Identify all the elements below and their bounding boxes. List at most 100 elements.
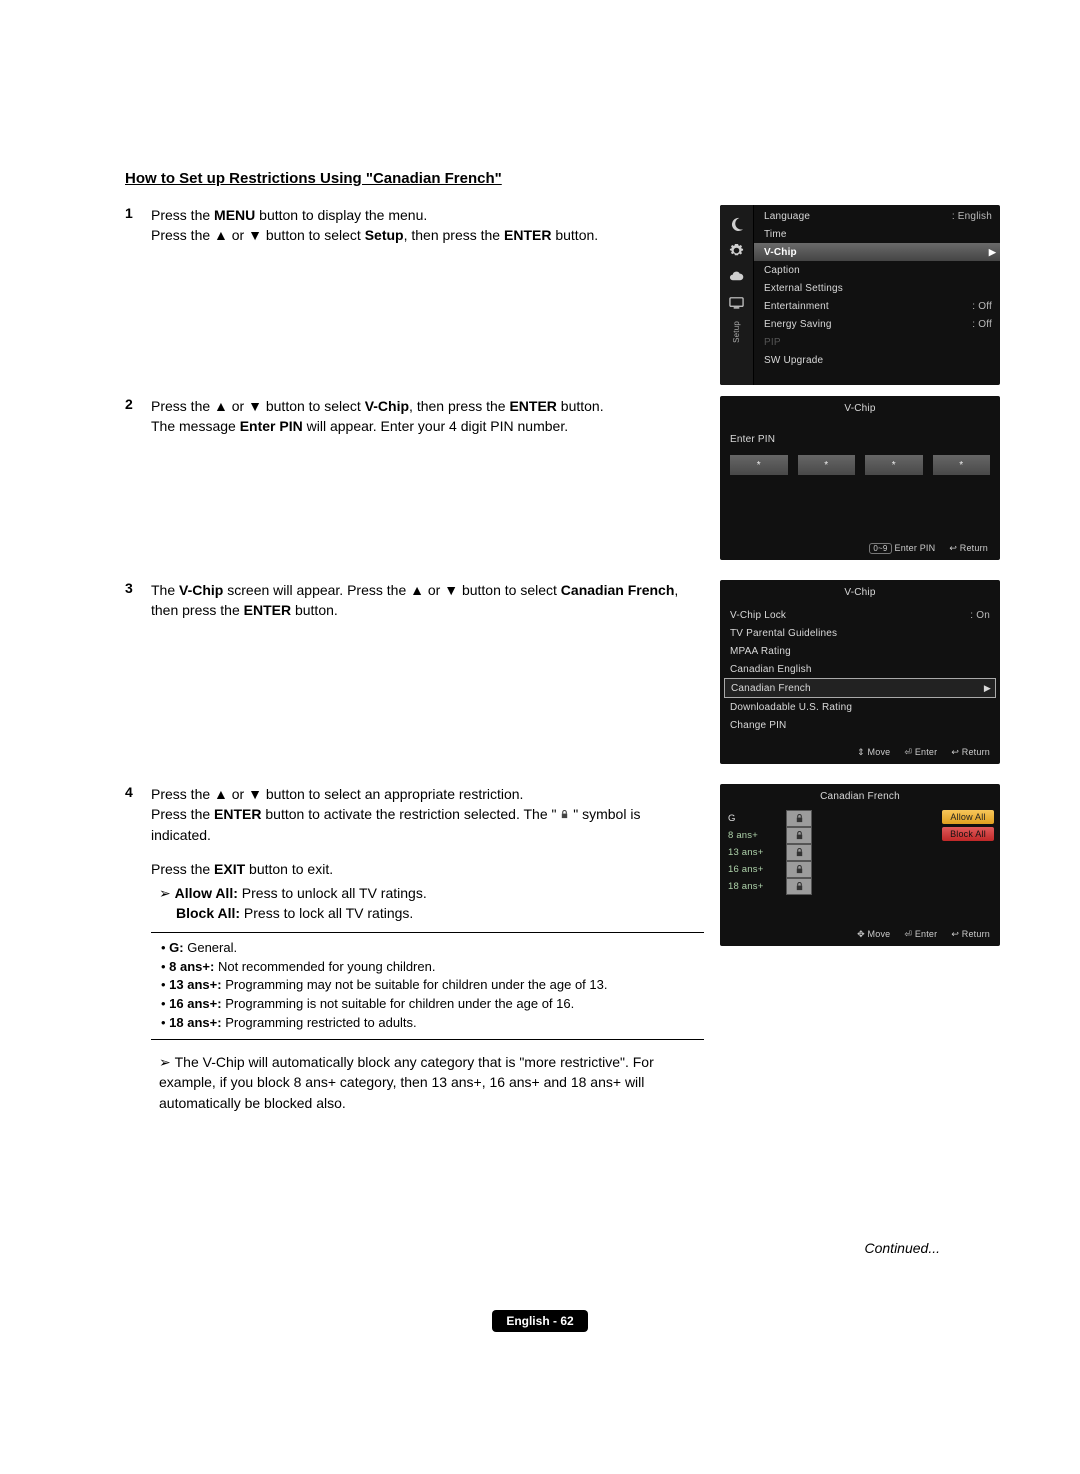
s2-t2: , then press the (409, 398, 509, 414)
s1-enter-bold: ENTER (504, 227, 551, 243)
vchip-tvpg[interactable]: TV Parental Guidelines (724, 624, 996, 642)
lbl: SW Upgrade (764, 355, 992, 366)
lbl: V-Chip (764, 247, 992, 258)
foot-enter-pin: 0~9 Enter PIN (869, 543, 935, 554)
step-1-text: Press the MENU button to display the men… (151, 205, 712, 246)
return-icon: ↩ (951, 929, 959, 939)
step-2-text: Press the ▲ or ▼ button to select V-Chip… (151, 396, 712, 437)
s4-auto-note: ➢ The V-Chip will automatically block an… (151, 1052, 704, 1113)
lbl: V-Chip Lock (730, 610, 966, 621)
osd-setup-menu: Setup Language: English Time V-Chip Capt… (720, 205, 1000, 385)
def-18-t: Programming restricted to adults. (222, 1015, 417, 1030)
cloud-icon (728, 267, 746, 285)
pin-digit-2[interactable]: * (798, 455, 856, 475)
foot-enter: ⏎ Enter (904, 929, 937, 940)
cf-cell-13[interactable] (786, 844, 812, 861)
osd-item-vchip[interactable]: V-Chip (754, 243, 1000, 261)
vchip-lock[interactable]: V-Chip Lock: On (724, 606, 996, 624)
block-all-button[interactable]: Block All (942, 827, 994, 841)
step-1-number: 1 (125, 205, 151, 221)
foot-enter-lbl: Enter (915, 929, 938, 939)
cf-cell-8[interactable] (786, 827, 812, 844)
s1-menu-bold: MENU (214, 207, 255, 223)
cf-row-16[interactable]: 16 ans+ (724, 861, 812, 878)
foot-return-lbl: Return (962, 929, 990, 939)
s1-t1: Press the (151, 207, 214, 223)
vchip-mpaa[interactable]: MPAA Rating (724, 642, 996, 660)
def-16-t: Programming is not suitable for children… (222, 996, 575, 1011)
hand-icon: ➢ (159, 885, 175, 901)
cf-row-g[interactable]: G (724, 810, 812, 827)
step-2-number: 2 (125, 396, 151, 412)
lbl: MPAA Rating (730, 646, 990, 657)
continued-marker: Continued... (0, 1240, 1080, 1256)
pin-input-boxes[interactable]: * * * * (726, 455, 994, 489)
cf-cell-18[interactable] (786, 878, 812, 895)
pin-digit-3[interactable]: * (865, 455, 923, 475)
lbl: PIP (764, 337, 992, 348)
foot-move-lbl: Move (868, 747, 891, 757)
s1-t2: button to display the menu. (255, 207, 427, 223)
lbl: Entertainment (764, 301, 969, 312)
osd-item-external[interactable]: External Settings (754, 279, 1000, 297)
step-4-text: Press the ▲ or ▼ button to select an app… (151, 784, 712, 1113)
def-8-b: 8 ans+: (169, 959, 214, 974)
osd-item-pip: PIP (754, 333, 1000, 351)
num-badge: 0~9 (869, 543, 891, 554)
foot-return: ↩ Return (949, 543, 988, 554)
lbl: External Settings (764, 283, 992, 294)
osd-item-swupgrade[interactable]: SW Upgrade (754, 351, 1000, 369)
lbl: Language (764, 211, 949, 222)
vchip-can-fr[interactable]: Canadian French (724, 678, 996, 698)
lbl: Downloadable U.S. Rating (730, 702, 990, 713)
osd-setup-list: Language: English Time V-Chip Caption Ex… (754, 205, 1000, 385)
lbl: Caption (764, 265, 992, 276)
foot-enter-pin-lbl: Enter PIN (895, 543, 936, 553)
cf-row-13[interactable]: 13 ans+ (724, 844, 812, 861)
note-text: The V-Chip will automatically block any … (159, 1054, 654, 1111)
page-title: How to Set up Restrictions Using "Canadi… (125, 170, 1000, 187)
vchip-can-en[interactable]: Canadian English (724, 660, 996, 678)
allow-all-button[interactable]: Allow All (942, 810, 994, 824)
cf-row-8[interactable]: 8 ans+ (724, 827, 812, 844)
foot-return-lbl: Return (960, 543, 988, 553)
s3-t1: The (151, 582, 179, 598)
pin-digit-4[interactable]: * (933, 455, 991, 475)
foot-move: ✥ Move (857, 929, 890, 940)
cf-cell-16[interactable] (786, 861, 812, 878)
s3-enter-bold: ENTER (244, 602, 291, 618)
s4-line1: Press the ▲ or ▼ button to select an app… (151, 784, 704, 804)
osd-setup-sidebar: Setup (720, 205, 754, 385)
lbl: Canadian French (731, 683, 989, 694)
s4-l2c: button to activate the restriction selec… (261, 806, 560, 822)
osd-canadian-french: Canadian French G 8 ans+ 13 ans+ 16 ans+… (720, 784, 1000, 946)
pin-digit-1[interactable]: * (730, 455, 788, 475)
osd-pin-title: V-Chip (726, 400, 994, 422)
lock-icon (795, 848, 804, 857)
vchip-dl-us[interactable]: Downloadable U.S. Rating (724, 698, 996, 716)
osd-pin-footer: 0~9 Enter PIN ↩ Return (726, 539, 994, 558)
osd-cf-footer: ✥ Move ⏎ Enter ↩ Return (724, 925, 996, 944)
s4-allow-block: ➢ Allow All: Press to unlock all TV rati… (151, 883, 704, 924)
osd-vchip-footer: ⇕ Move ⏎ Enter ↩ Return (724, 743, 996, 762)
osd-item-caption[interactable]: Caption (754, 261, 1000, 279)
cf-cell-g[interactable] (786, 810, 812, 827)
move-icon: ✥ (857, 929, 865, 939)
step-3-number: 3 (125, 580, 151, 596)
s1-t3: Press the ▲ or ▼ button to select (151, 227, 365, 243)
osd-pin-label: Enter PIN (726, 422, 994, 455)
osd-item-energy[interactable]: Energy Saving: Off (754, 315, 1000, 333)
osd-item-entertainment[interactable]: Entertainment: Off (754, 297, 1000, 315)
val: : English (949, 211, 992, 222)
cf-row-18[interactable]: 18 ans+ (724, 878, 812, 895)
osd-item-language[interactable]: Language: English (754, 207, 1000, 225)
foot-move: ⇕ Move (857, 747, 890, 758)
lbl: Canadian English (730, 664, 990, 675)
vchip-change-pin[interactable]: Change PIN (724, 716, 996, 734)
def-18-b: 18 ans+: (169, 1015, 221, 1030)
osd-item-time[interactable]: Time (754, 225, 1000, 243)
s1-setup-bold: Setup (365, 227, 404, 243)
val: : Off (969, 319, 992, 330)
s4-l2-enter: ENTER (214, 806, 261, 822)
val: : On (966, 610, 990, 621)
